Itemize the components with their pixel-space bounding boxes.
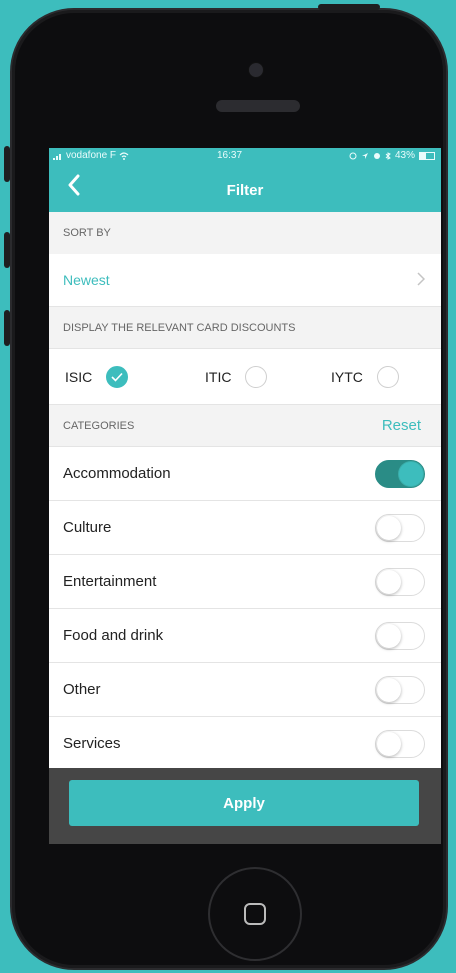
page-title: Filter	[226, 182, 264, 199]
status-bar: vodafone F 16:37 43%	[49, 148, 441, 164]
card-checkbox[interactable]	[106, 365, 129, 388]
category-toggle[interactable]	[375, 730, 425, 758]
chevron-right-icon	[417, 272, 425, 286]
card-option-itic[interactable]: ITIC	[205, 349, 268, 404]
battery-icon	[419, 151, 435, 160]
category-label: Other	[63, 681, 101, 698]
category-label: Entertainment	[63, 573, 157, 590]
card-checkbox[interactable]	[245, 365, 268, 388]
card-option-isic[interactable]: ISIC	[65, 349, 129, 404]
battery-level-fill	[420, 152, 427, 159]
mute-switch	[4, 146, 10, 182]
app-screen: vodafone F 16:37 43% Filter SORT BY Newe…	[49, 148, 441, 844]
volume-up-button	[4, 232, 10, 268]
sort-by-header: SORT BY	[49, 212, 441, 254]
category-label: Food and drink	[63, 627, 164, 644]
category-row-services: Services	[49, 716, 441, 770]
category-label: Services	[63, 735, 121, 752]
toggle-knob	[377, 624, 401, 648]
category-toggle[interactable]	[375, 514, 425, 542]
toggle-knob	[399, 462, 423, 486]
apply-bar: Apply	[49, 768, 441, 844]
checkmark-icon	[111, 372, 123, 382]
toggle-knob	[377, 516, 401, 540]
battery-percent: 43%	[394, 150, 415, 161]
power-button	[318, 4, 380, 10]
front-camera	[248, 62, 264, 78]
location-icon	[361, 152, 368, 159]
home-square-icon	[244, 903, 266, 925]
card-option-iytc[interactable]: IYTC	[331, 349, 399, 404]
card-checkbox[interactable]	[376, 365, 399, 388]
category-toggle[interactable]	[375, 568, 425, 596]
card-discounts-header: DISPLAY THE RELEVANT CARD DISCOUNTS	[49, 306, 441, 348]
status-time: 16:37	[217, 150, 243, 161]
category-toggle[interactable]	[375, 460, 425, 488]
category-label: Culture	[63, 519, 112, 536]
category-row-culture: Culture	[49, 500, 441, 554]
carrier-label: vodafone F	[66, 150, 117, 161]
category-label: Accommodation	[63, 465, 171, 482]
category-row-food-and-drink: Food and drink	[49, 608, 441, 662]
signal-icon	[53, 153, 61, 160]
card-label: ITIC	[205, 368, 232, 385]
status-left: vodafone F	[53, 150, 129, 161]
sort-by-value: Newest	[63, 272, 110, 288]
categories-title: CATEGORIES	[63, 419, 135, 432]
category-toggle[interactable]	[375, 676, 425, 704]
sort-by-selector[interactable]: Newest	[49, 254, 441, 306]
toggle-knob	[377, 570, 401, 594]
earpiece-speaker	[216, 100, 300, 112]
category-row-other: Other	[49, 662, 441, 716]
bluetooth-icon	[385, 151, 391, 160]
apply-button[interactable]: Apply	[69, 780, 419, 826]
reset-button[interactable]: Reset	[382, 417, 421, 434]
alarm-icon	[373, 152, 380, 159]
status-right: 43%	[349, 150, 435, 161]
home-button[interactable]	[208, 867, 302, 961]
nav-bar: Filter	[49, 164, 441, 212]
toggle-knob	[377, 678, 401, 702]
categories-header: CATEGORIES Reset	[49, 404, 441, 446]
category-toggle[interactable]	[375, 622, 425, 650]
card-label: IYTC	[331, 368, 363, 385]
card-options-row: ISIC ITIC IYTC	[49, 348, 441, 404]
orientation-lock-icon	[349, 152, 357, 159]
wifi-icon	[119, 151, 129, 160]
category-row-entertainment: Entertainment	[49, 554, 441, 608]
volume-down-button	[4, 310, 10, 346]
toggle-knob	[377, 732, 401, 756]
card-label: ISIC	[65, 368, 93, 385]
category-row-accommodation: Accommodation	[49, 446, 441, 500]
